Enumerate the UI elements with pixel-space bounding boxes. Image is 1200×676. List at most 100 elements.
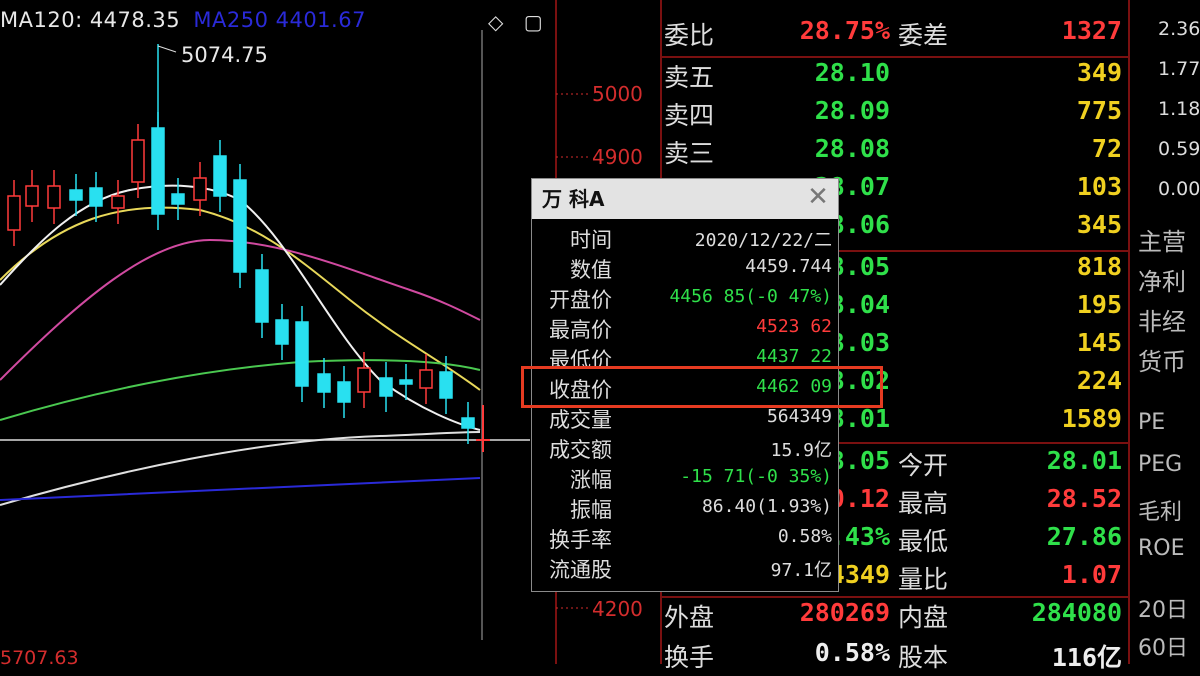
- candle-body: [337, 381, 351, 403]
- weibi-row: 委比 28.75% 委差 1327: [660, 16, 1130, 54]
- close-icon[interactable]: ✕: [804, 183, 832, 211]
- tooltip-row-value: 4456 85(-0 47%): [669, 286, 832, 307]
- tooltip-row-value: 97.1亿: [770, 560, 832, 581]
- candle-body: [295, 321, 309, 387]
- tooltip-row-value: 86.40(1.93%): [701, 496, 832, 517]
- tooltip-row-label: 涨幅: [570, 468, 612, 492]
- tooltip-row: 涨幅 -15 71(-0 35%): [532, 464, 838, 494]
- ask-row-label: 卖三: [664, 139, 715, 168]
- tooltip-row-value: 4523 62: [756, 316, 832, 337]
- fundamentals-panel: 2.36 1.77 1.18 0.59 0.00 主营 净利 非经 货币 PE PEG 毛利 ROE 2…: [1130, 0, 1200, 664]
- fundamental-label[interactable]: 主营: [1138, 222, 1186, 257]
- candle-body: [69, 189, 83, 201]
- high-price-label: 5074.75: [181, 43, 268, 67]
- ma250-line: [0, 477, 481, 501]
- tooltip-row: 时间 2020/12/22/二: [532, 224, 838, 254]
- diamond-icon[interactable]: ◇: [488, 10, 503, 34]
- weibi-label: 委比: [664, 21, 715, 50]
- tooltip-row-value: 0.58%: [777, 526, 832, 547]
- tooltip-row: 数值 4459.744: [532, 254, 838, 284]
- ask-row-volume: 103: [1076, 172, 1122, 201]
- tooltip-row-value: 564349: [766, 406, 832, 427]
- candle-body: [357, 367, 371, 393]
- huanshou-value: 0.58%: [814, 638, 890, 667]
- weicha-label: 委差: [898, 21, 949, 50]
- stat-right-value: 28.01: [1046, 446, 1122, 475]
- candle-body: [317, 373, 331, 393]
- stat-right-value: 1.07: [1061, 560, 1122, 589]
- tooltip-row-label: 最高价: [549, 318, 612, 342]
- stat-right-label: 今开: [898, 451, 949, 480]
- bid-row-volume: 195: [1076, 290, 1122, 319]
- tooltip-row-value: -15 71(-0 35%): [680, 466, 832, 487]
- ma120-label: MA120: 4478.35: [0, 8, 181, 32]
- ask-row-label: 卖四: [664, 101, 715, 130]
- bid-row-volume: 145: [1076, 328, 1122, 357]
- neipan-label: 内盘: [898, 603, 949, 632]
- weibi-value: 28.75%: [799, 16, 890, 45]
- tooltip-titlebar[interactable]: 万 科A ✕: [532, 179, 838, 219]
- tooltip-row-label: 开盘价: [549, 288, 612, 312]
- period-label[interactable]: 60日: [1138, 630, 1188, 662]
- ask-row: 卖三 28.08 72: [660, 134, 1130, 172]
- ma-line-green: [0, 359, 481, 421]
- fundamental-label[interactable]: 非经: [1138, 302, 1186, 337]
- ask-row-volume: 349: [1076, 58, 1122, 87]
- fundamental-label[interactable]: 净利: [1138, 262, 1186, 297]
- tooltip-row-value: 2020/12/22/二: [694, 230, 832, 251]
- guben-value: 116亿: [1051, 643, 1122, 672]
- high-marker: [157, 45, 177, 53]
- price-tick-4200: 4200: [592, 597, 643, 621]
- ask-row-price: 28.09: [814, 96, 890, 125]
- tooltip-row-label: 振幅: [570, 498, 612, 522]
- ratio-label[interactable]: PE: [1138, 410, 1165, 435]
- tooltip-row-label: 时间: [570, 228, 612, 252]
- candle-body: [255, 269, 269, 323]
- waipan-value: 280269: [799, 598, 890, 627]
- scale-value: 0.59: [1158, 138, 1200, 160]
- candle-body: [25, 185, 39, 207]
- scale-value: 2.36: [1158, 18, 1200, 40]
- neipan-value: 284080: [1031, 598, 1122, 627]
- low-price-label: 5707.63: [0, 647, 79, 669]
- fundamental-label[interactable]: 货币: [1138, 342, 1186, 377]
- ratio-label[interactable]: 毛利: [1138, 494, 1182, 526]
- huanshou-row: 换手 0.58% 股本 116亿: [660, 638, 1130, 676]
- candle-body: [275, 319, 289, 345]
- candle-body: [7, 195, 21, 231]
- ma250-label: MA250 4401.67: [193, 8, 366, 32]
- tooltip-row: 流通股 97.1亿: [532, 554, 838, 584]
- ratio-label[interactable]: PEG: [1138, 452, 1182, 477]
- highlight-box: [521, 366, 883, 408]
- ask-row: 卖四 28.09 775: [660, 96, 1130, 134]
- candle-body: [439, 371, 453, 399]
- window-icon[interactable]: ▢: [524, 10, 543, 34]
- guben-label: 股本: [898, 643, 949, 672]
- bid-row-volume: 1589: [1061, 404, 1122, 433]
- candle-body: [151, 127, 165, 215]
- period-label[interactable]: 20日: [1138, 592, 1188, 624]
- ask-row: 卖五 28.10 349: [660, 58, 1130, 96]
- scale-value: 1.77: [1158, 58, 1200, 80]
- candle-body: [47, 185, 61, 209]
- candle-body: [171, 193, 185, 205]
- ratio-label[interactable]: ROE: [1138, 536, 1185, 561]
- tooltip-row-label: 数值: [570, 258, 612, 282]
- candles: [7, 44, 490, 452]
- candle-body: [89, 187, 103, 207]
- ask-row-volume: 345: [1076, 210, 1122, 239]
- candle-body: [419, 369, 433, 389]
- ask-row-volume: 775: [1076, 96, 1122, 125]
- tooltip-row-label: 流通股: [549, 558, 612, 582]
- tooltip-row-label: 换手率: [549, 528, 612, 552]
- candle-body: [193, 177, 207, 201]
- candle-body: [213, 155, 227, 197]
- ask-row-price: 28.08: [814, 134, 890, 163]
- tooltip-row: 成交额 15.9亿: [532, 434, 838, 464]
- tooltip-row-label: 成交量: [549, 408, 612, 432]
- chart-toolbar: ◇ ▢: [488, 10, 557, 34]
- waipan-label: 外盘: [664, 603, 715, 632]
- tooltip-row: 振幅 86.40(1.93%): [532, 494, 838, 524]
- tooltip-row-value: 15.9亿: [770, 440, 832, 461]
- bid-row-volume: 818: [1076, 252, 1122, 281]
